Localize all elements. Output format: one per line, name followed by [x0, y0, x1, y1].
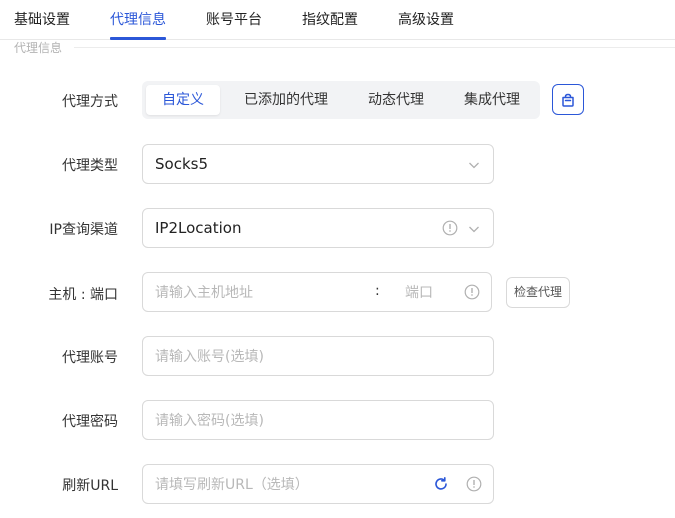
- proxy-method-option-custom[interactable]: 自定义: [146, 85, 220, 115]
- info-icon[interactable]: [464, 284, 480, 300]
- host-port-field: :: [142, 272, 492, 312]
- tab-advanced-settings[interactable]: 高级设置: [398, 9, 454, 29]
- ip-query-select[interactable]: IP2Location: [142, 208, 494, 248]
- ip-query-label: IP查询渠道: [49, 222, 118, 238]
- bag-icon: [562, 93, 574, 107]
- proxy-account-field: [142, 336, 494, 376]
- tab-proxy-info[interactable]: 代理信息: [110, 9, 166, 29]
- proxy-password-input[interactable]: [155, 411, 475, 431]
- host-input[interactable]: [155, 283, 365, 303]
- chevron-down-icon: [469, 226, 479, 233]
- chevron-down-icon: [469, 162, 479, 169]
- tab-basic-settings[interactable]: 基础设置: [14, 9, 70, 29]
- info-icon[interactable]: [466, 476, 482, 492]
- proxy-password-field: [142, 400, 494, 440]
- refresh-url-label: 刷新URL: [62, 478, 118, 494]
- active-tab-indicator: [110, 37, 166, 40]
- proxy-method-option-dynamic[interactable]: 动态代理: [352, 85, 440, 115]
- proxy-method-option-integrated[interactable]: 集成代理: [448, 85, 536, 115]
- proxy-method-label: 代理方式: [62, 94, 118, 110]
- info-icon[interactable]: [442, 220, 458, 236]
- section-divider: [74, 47, 675, 48]
- port-input[interactable]: [405, 283, 465, 303]
- ip-query-value: IP2Location: [155, 219, 242, 237]
- proxy-store-button[interactable]: [552, 84, 584, 115]
- proxy-method-segmented: 自定义 已添加的代理 动态代理 集成代理: [142, 81, 540, 119]
- proxy-type-select[interactable]: Socks5: [142, 144, 494, 184]
- host-port-separator: :: [375, 283, 380, 299]
- proxy-method-option-added[interactable]: 已添加的代理: [228, 85, 344, 115]
- host-port-label: 主机 : 端口: [48, 287, 118, 303]
- proxy-password-label: 代理密码: [62, 414, 118, 430]
- check-proxy-button[interactable]: 检查代理: [506, 277, 570, 308]
- proxy-type-value: Socks5: [155, 155, 208, 173]
- refresh-url-field: [142, 464, 494, 504]
- refresh-url-input[interactable]: [155, 475, 425, 495]
- tab-account-platform[interactable]: 账号平台: [206, 9, 262, 29]
- proxy-type-label: 代理类型: [62, 158, 118, 174]
- proxy-account-label: 代理账号: [62, 350, 118, 366]
- proxy-account-input[interactable]: [155, 347, 475, 367]
- refresh-icon[interactable]: [433, 476, 449, 492]
- settings-tabs: 基础设置 代理信息 账号平台 指纹配置 高级设置: [0, 0, 675, 40]
- section-title: 代理信息: [14, 41, 63, 55]
- tab-fingerprint-config[interactable]: 指纹配置: [302, 9, 358, 29]
